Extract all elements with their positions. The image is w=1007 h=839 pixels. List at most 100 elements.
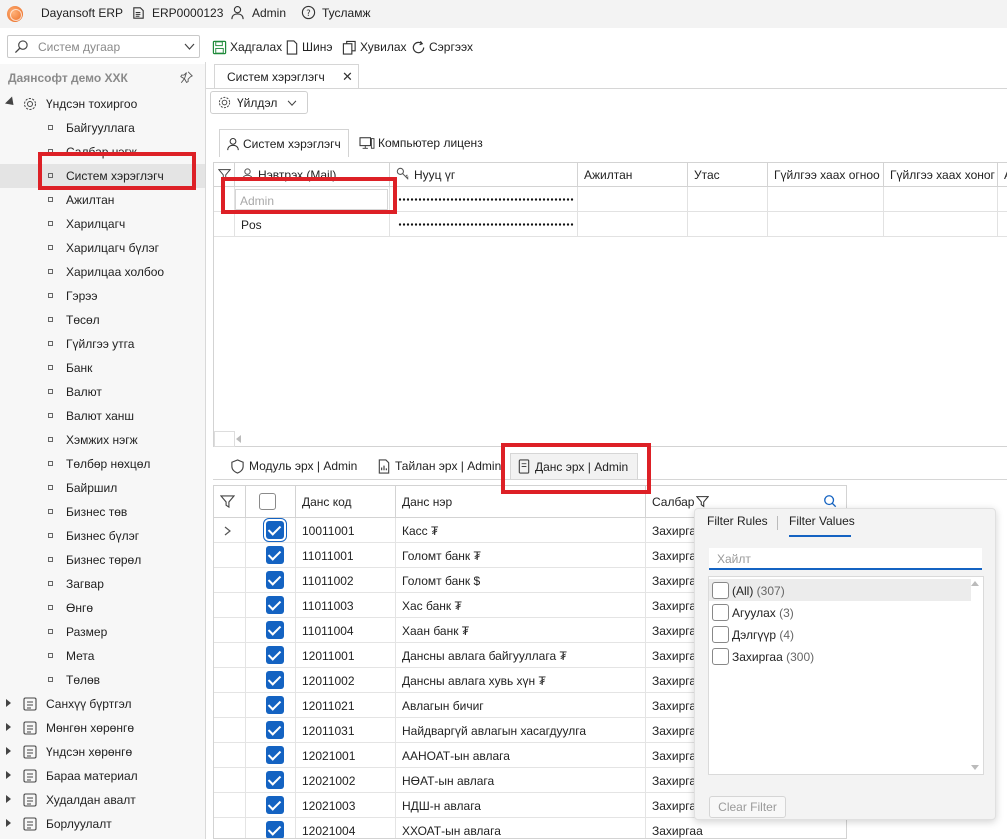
account-code-cell[interactable]: 11011004	[296, 618, 396, 643]
account-name-cell[interactable]: Дансны авлага хувь хүн ₮	[396, 668, 646, 693]
employee-cell[interactable]	[578, 212, 688, 237]
checked-checkbox-icon[interactable]	[266, 796, 284, 814]
row-checkbox-cell[interactable]	[246, 518, 296, 543]
scroll-down-icon[interactable]	[971, 765, 979, 770]
filter-checkbox[interactable]	[712, 626, 729, 643]
row-expander[interactable]	[214, 768, 246, 793]
account-name-cell[interactable]: ААНОАТ-ын авлага	[396, 743, 646, 768]
sidebar-item[interactable]: Бизнес төрөл	[0, 548, 205, 572]
subtab-computer-license[interactable]: Компьютер лиценз	[353, 129, 489, 157]
checked-checkbox-icon[interactable]	[266, 696, 284, 714]
row-expander[interactable]	[214, 743, 246, 768]
clear-filter-button[interactable]: Clear Filter	[709, 796, 786, 818]
row-checkbox-cell[interactable]	[246, 643, 296, 668]
sidebar-item[interactable]: Размер	[0, 620, 205, 644]
account-code-cell[interactable]: 12021001	[296, 743, 396, 768]
checked-checkbox-icon[interactable]	[266, 671, 284, 689]
account-name-cell[interactable]: Найдваргүй авлагын хасагдуулга	[396, 718, 646, 743]
account-code-cell[interactable]: 12011031	[296, 718, 396, 743]
account-name-cell[interactable]: Хаан банк ₮	[396, 618, 646, 643]
filter-value-item[interactable]: (All) (307)	[709, 579, 971, 601]
close-days-cell[interactable]	[884, 212, 998, 237]
scroll-up-icon[interactable]	[971, 581, 979, 586]
sidebar-item[interactable]: Байгууллага	[0, 116, 205, 140]
row-checkbox-cell[interactable]	[246, 668, 296, 693]
sidebar-group[interactable]: Бараа материал	[0, 764, 205, 788]
column-phone[interactable]: Утас	[688, 163, 768, 187]
account-code-cell[interactable]: 12021004	[296, 818, 396, 838]
account-code-cell[interactable]: 11011002	[296, 568, 396, 593]
row-expander[interactable]	[214, 543, 246, 568]
checked-checkbox-icon[interactable]	[266, 721, 284, 739]
checked-checkbox-icon[interactable]	[266, 621, 284, 639]
row-checkbox-cell[interactable]	[246, 718, 296, 743]
row-expander[interactable]	[214, 593, 246, 618]
row-expander[interactable]	[214, 693, 246, 718]
expand-arrow-icon[interactable]	[6, 771, 11, 779]
column-close-date[interactable]: Гүйлгээ хаах огноо	[768, 163, 884, 187]
sidebar-item[interactable]: Харилцагч бүлэг	[0, 236, 205, 260]
checked-checkbox-icon[interactable]	[266, 746, 284, 764]
sidebar-item[interactable]: Өнгө	[0, 596, 205, 620]
sidebar-item[interactable]: Төсөл	[0, 308, 205, 332]
sidebar-item[interactable]: Байршил	[0, 476, 205, 500]
account-name-cell[interactable]: Голомт банк ₮	[396, 543, 646, 568]
sidebar-item[interactable]: Харилцагч	[0, 212, 205, 236]
column-account-code[interactable]: Данс код	[296, 486, 396, 518]
tab-report-rights[interactable]: Тайлан эрх | Admin	[371, 453, 507, 479]
search-icon[interactable]	[823, 494, 837, 508]
sidebar-group[interactable]: Мөнгөн хөрөнгө	[0, 716, 205, 740]
sidebar-group[interactable]: Худалдан авалт	[0, 788, 205, 812]
sidebar-item[interactable]: Гүйлгээ утга	[0, 332, 205, 356]
filter-values-tab[interactable]: Filter Values	[789, 514, 855, 528]
expand-arrow-icon[interactable]	[6, 747, 11, 755]
search-input[interactable]: Систем дугаар	[7, 35, 200, 58]
filter-value-item[interactable]: Агуулах (3)	[709, 601, 971, 623]
expand-arrow-icon[interactable]	[6, 819, 11, 827]
sidebar-item[interactable]: Төлбөр нөхцөл	[0, 452, 205, 476]
filter-column[interactable]	[214, 486, 246, 518]
new-button[interactable]: Шинэ	[285, 38, 332, 56]
close-icon[interactable]: ✕	[342, 69, 353, 85]
filter-search-input[interactable]: Хайлт	[709, 548, 982, 570]
column-password[interactable]: Нууц үг	[390, 163, 578, 187]
db-name[interactable]: ERP0000123	[152, 6, 223, 20]
checked-checkbox-icon[interactable]	[266, 771, 284, 789]
checked-checkbox-icon[interactable]	[266, 646, 284, 664]
expand-arrow-icon[interactable]	[6, 723, 11, 731]
copy-button[interactable]: Хувилах	[342, 38, 407, 56]
column-truncated[interactable]: А	[998, 163, 1007, 187]
user-name[interactable]: Admin	[252, 6, 286, 20]
column-close-days[interactable]: Гүйлгээ хаах хоног	[884, 163, 998, 187]
select-all-checkbox[interactable]	[259, 493, 276, 510]
sidebar-item[interactable]: Бизнес төв	[0, 500, 205, 524]
sidebar-group[interactable]: Санхүү бүртгэл	[0, 692, 205, 716]
close-days-cell[interactable]	[884, 187, 998, 212]
row-expander[interactable]	[214, 668, 246, 693]
pin-icon[interactable]	[180, 71, 193, 84]
sidebar-item[interactable]: Валют	[0, 380, 205, 404]
checked-checkbox-icon[interactable]	[266, 571, 284, 589]
expand-arrow-icon[interactable]	[4, 96, 18, 109]
filter-value-item[interactable]: Дэлгүүр (4)	[709, 623, 971, 645]
sidebar-item[interactable]: Бизнес бүлэг	[0, 524, 205, 548]
sidebar-item[interactable]: Гэрээ	[0, 284, 205, 308]
row-checkbox-cell[interactable]	[246, 568, 296, 593]
account-code-cell[interactable]: 12011001	[296, 643, 396, 668]
expand-arrow-icon[interactable]	[6, 699, 11, 707]
sidebar-item[interactable]: Загвар	[0, 572, 205, 596]
sidebar-group[interactable]: Борлуулалт	[0, 812, 205, 836]
checked-checkbox-icon[interactable]	[263, 518, 287, 542]
account-code-cell[interactable]: 12011002	[296, 668, 396, 693]
phone-cell[interactable]	[688, 212, 768, 237]
filter-rules-tab[interactable]: Filter Rules	[707, 514, 768, 528]
sidebar-item[interactable]: Ажилтан	[0, 188, 205, 212]
sidebar-item[interactable]: Хэмжих нэгж	[0, 428, 205, 452]
row-expander[interactable]	[214, 793, 246, 818]
tab-module-rights[interactable]: Модуль эрх | Admin	[224, 453, 363, 479]
branch-cell[interactable]: Захиргаа	[646, 818, 846, 838]
refresh-button[interactable]: Сэргээх	[411, 38, 473, 56]
account-name-cell[interactable]: ХХОАТ-ын авлага	[396, 818, 646, 838]
chevron-down-icon[interactable]	[184, 43, 195, 51]
phone-cell[interactable]	[688, 187, 768, 212]
